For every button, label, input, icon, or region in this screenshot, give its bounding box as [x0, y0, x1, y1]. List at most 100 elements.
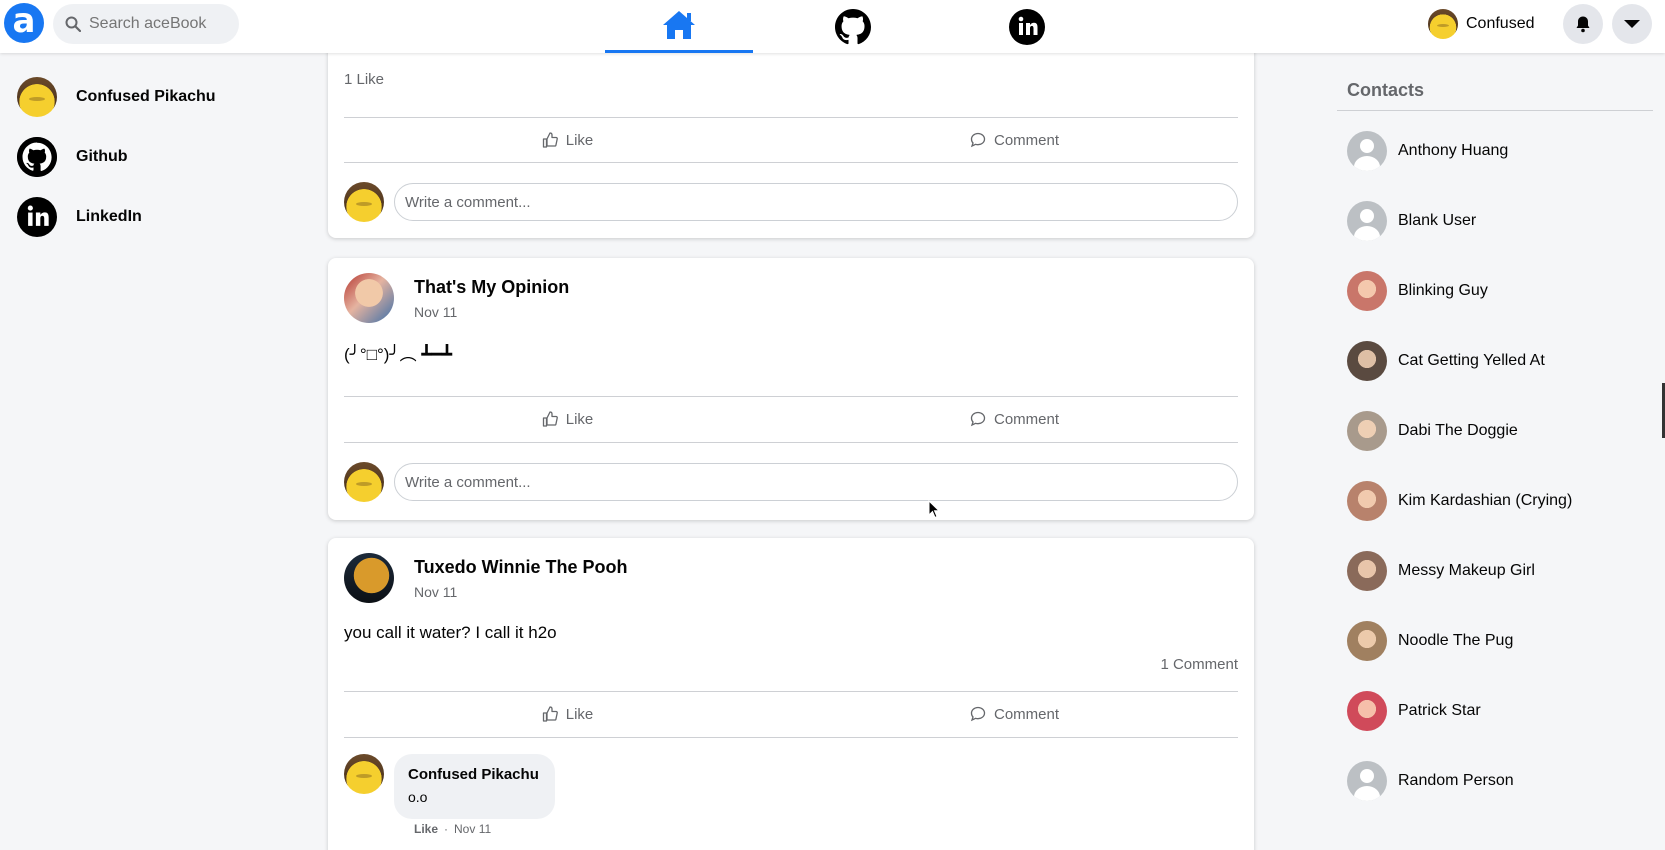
avatar	[1347, 551, 1387, 591]
comment-composer	[344, 182, 1238, 222]
avatar	[1347, 481, 1387, 521]
like-button[interactable]: Like	[344, 397, 791, 441]
post-author[interactable]: Tuxedo Winnie The Pooh	[414, 557, 628, 578]
tab-home[interactable]	[605, 0, 753, 53]
comment-bubble: Confused Pikachu o.o	[394, 754, 555, 819]
contact-name: Patrick Star	[1398, 702, 1481, 719]
avatar	[344, 462, 384, 502]
mouse-cursor-icon	[928, 500, 941, 519]
contacts-title: Contacts	[1347, 80, 1425, 100]
search-icon	[65, 16, 81, 32]
post-card: That's My Opinion Nov 11 (╯°□°)╯︵ ┻━┻ Li…	[328, 258, 1254, 520]
meta-separator: ·	[444, 822, 449, 836]
contact-item[interactable]: Dabi The Doggie	[1347, 411, 1518, 451]
comment-button[interactable]: Comment	[791, 118, 1238, 162]
like-label: Like	[565, 410, 594, 428]
divider	[344, 162, 1238, 163]
like-label: Like	[565, 131, 594, 149]
comment-input[interactable]	[394, 463, 1238, 501]
divider	[1337, 110, 1653, 111]
like-button[interactable]: Like	[344, 118, 791, 162]
comment-label: Comment	[993, 705, 1060, 723]
avatar	[344, 182, 384, 222]
contact-name: Messy Makeup Girl	[1398, 562, 1535, 579]
sidebar-item-label: Github	[76, 148, 128, 165]
contact-name: Random Person	[1398, 772, 1514, 789]
post-date: Nov 11	[414, 583, 458, 600]
post-text: (╯°□°)╯︵ ┻━┻	[344, 345, 453, 364]
avatar	[1347, 341, 1387, 381]
sidebar-item-label: Confused Pikachu	[76, 88, 216, 105]
contact-item[interactable]: Anthony Huang	[1347, 131, 1508, 171]
contact-name: Anthony Huang	[1398, 142, 1509, 159]
contact-name: Dabi The Doggie	[1398, 422, 1518, 439]
home-icon	[663, 11, 695, 39]
comment-label: Comment	[993, 131, 1060, 149]
tab-github[interactable]	[779, 0, 927, 53]
post-text: you call it water? I call it h2o	[344, 623, 557, 642]
comment-meta: Like · Nov 11	[414, 822, 491, 836]
contact-name: Noodle The Pug	[1398, 632, 1514, 649]
comment-button[interactable]: Comment	[791, 692, 1238, 736]
avatar	[1347, 201, 1387, 241]
acebook-logo[interactable]: a	[4, 3, 44, 43]
comment-label: Comment	[993, 410, 1060, 428]
comment-input[interactable]	[394, 183, 1238, 221]
avatar[interactable]	[344, 553, 394, 603]
account-menu-button[interactable]	[1612, 4, 1652, 44]
comment-like-link[interactable]: Like	[414, 822, 438, 836]
search-bar[interactable]	[53, 4, 239, 44]
contact-item[interactable]: Blank User	[1347, 201, 1476, 241]
thumbs-up-icon	[542, 132, 558, 148]
comment-author[interactable]: Confused Pikachu	[408, 766, 539, 783]
notifications-button[interactable]	[1563, 4, 1603, 44]
avatar	[1347, 271, 1387, 311]
avatar	[1347, 411, 1387, 451]
contact-item[interactable]: Kim Kardashian (Crying)	[1347, 481, 1572, 521]
contact-item[interactable]: Messy Makeup Girl	[1347, 551, 1535, 591]
contact-item[interactable]: Noodle The Pug	[1347, 621, 1513, 661]
profile-name: Confused	[1466, 15, 1535, 32]
linkedin-icon	[1009, 8, 1045, 45]
likes-count[interactable]: 1 Like	[344, 71, 384, 88]
tab-linkedin[interactable]	[953, 0, 1101, 53]
post-header: Tuxedo Winnie The Pooh Nov 11	[344, 553, 628, 603]
comment-icon	[970, 706, 986, 722]
sidebar-item-linkedin[interactable]: LinkedIn	[17, 197, 142, 237]
contact-item[interactable]: Patrick Star	[1347, 691, 1481, 731]
comment-button[interactable]: Comment	[791, 397, 1238, 441]
comments-count[interactable]: 1 Comment	[1160, 656, 1238, 673]
avatar	[1428, 9, 1458, 39]
post-author[interactable]: That's My Opinion	[414, 277, 569, 298]
sidebar-item-profile[interactable]: Confused Pikachu	[17, 77, 216, 117]
contact-item[interactable]: Random Person	[1347, 761, 1514, 801]
divider	[344, 442, 1238, 443]
contact-item[interactable]: Blinking Guy	[1347, 271, 1488, 311]
avatar	[1347, 761, 1387, 801]
bell-icon	[1576, 16, 1590, 33]
avatar	[17, 77, 57, 117]
contact-name: Cat Getting Yelled At	[1398, 352, 1545, 369]
post-actions: Like Comment	[344, 397, 1238, 441]
like-button[interactable]: Like	[344, 692, 791, 736]
sidebar-item-label: LinkedIn	[76, 208, 142, 225]
profile-chip[interactable]: Confused	[1428, 6, 1535, 42]
contact-item[interactable]: Cat Getting Yelled At	[1347, 341, 1545, 381]
sidebar-item-github[interactable]: Github	[17, 137, 128, 177]
avatar[interactable]	[344, 273, 394, 323]
contact-name: Blank User	[1398, 212, 1477, 229]
post-date: Nov 11	[414, 303, 458, 320]
github-icon	[835, 8, 871, 44]
comment-icon	[970, 411, 986, 427]
like-label: Like	[565, 705, 594, 723]
contact-name: Kim Kardashian (Crying)	[1398, 492, 1573, 509]
avatar	[1347, 131, 1387, 171]
divider	[344, 737, 1238, 738]
github-icon	[17, 137, 57, 177]
search-input[interactable]	[89, 15, 229, 33]
comment-icon	[970, 132, 986, 148]
post-card: Tuxedo Winnie The Pooh Nov 11 you call i…	[328, 538, 1254, 850]
linkedin-icon	[17, 197, 57, 237]
comment-text: o.o	[408, 789, 428, 805]
avatar[interactable]	[344, 754, 384, 794]
